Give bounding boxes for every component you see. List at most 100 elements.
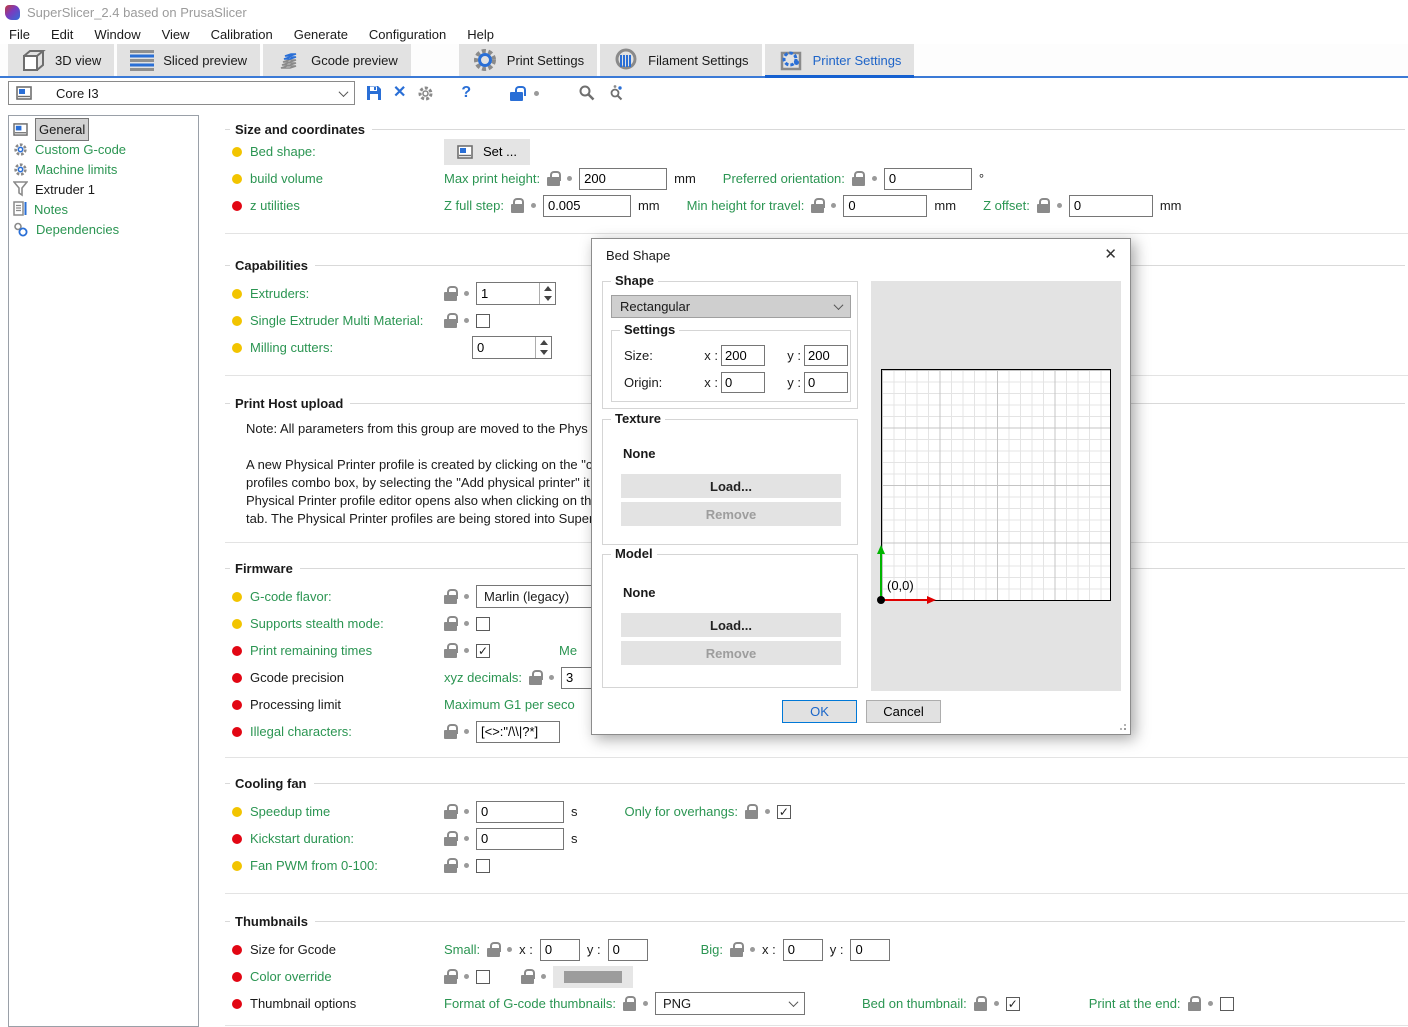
dot-icon [1208, 1001, 1213, 1006]
extruders-spinner[interactable] [476, 282, 556, 305]
preset-gear-button[interactable] [417, 85, 434, 102]
lock-icon[interactable] [444, 313, 457, 328]
resize-grip[interactable] [1116, 720, 1126, 730]
menu-generate[interactable]: Generate [294, 27, 348, 42]
tab-3d-view[interactable]: 3D view [8, 44, 114, 76]
stealth-mode-checkbox[interactable] [476, 617, 490, 631]
sidebar-item-custom-gcode[interactable]: Custom G-code [9, 139, 198, 159]
preferred-orientation-input[interactable] [884, 168, 972, 190]
tab-print-settings[interactable]: Print Settings [459, 44, 597, 76]
min-height-travel-input[interactable] [843, 195, 927, 217]
tab-filament-settings[interactable]: Filament Settings [600, 44, 761, 76]
lock-icon[interactable] [521, 969, 534, 984]
thumbnail-format-select[interactable]: PNG [655, 992, 805, 1015]
printer-preset-combo[interactable]: Core I3 [8, 81, 355, 105]
save-preset-button[interactable] [366, 85, 382, 101]
sub-label: Preferred orientation: [723, 171, 845, 186]
lock-icon[interactable] [444, 858, 457, 873]
lock-icon[interactable] [974, 996, 987, 1011]
lock-icon[interactable] [444, 724, 457, 739]
bed-size-x-input[interactable] [721, 345, 765, 366]
color-override-checkbox[interactable] [476, 970, 490, 984]
menu-configuration[interactable]: Configuration [369, 27, 446, 42]
sidebar-item-extruder-1[interactable]: Extruder 1 [9, 179, 198, 199]
sidebar-item-general[interactable]: General [9, 119, 198, 139]
lock-icon[interactable] [852, 171, 865, 186]
z-offset-input[interactable] [1069, 195, 1153, 217]
lock-icon[interactable] [1037, 198, 1050, 213]
menu-view[interactable]: View [162, 27, 190, 42]
lock-icon[interactable] [811, 198, 824, 213]
menu-file[interactable]: File [9, 27, 30, 42]
delete-preset-button[interactable] [393, 85, 406, 101]
lock-icon[interactable] [444, 831, 457, 846]
lock-icon[interactable] [547, 171, 560, 186]
milling-cutters-spinner[interactable] [472, 336, 552, 359]
preset-compare-icon[interactable] [607, 84, 625, 102]
sub-label: Maximum G1 per seco [444, 697, 575, 712]
illegal-characters-input[interactable] [476, 721, 560, 743]
texture-load-button[interactable]: Load... [621, 474, 841, 498]
cancel-button[interactable]: Cancel [866, 700, 941, 723]
sidebar-item-dependencies[interactable]: Dependencies [9, 219, 198, 239]
dot-icon [464, 729, 469, 734]
lock-icon[interactable] [529, 670, 542, 685]
small-y-input[interactable] [608, 939, 648, 961]
semm-checkbox[interactable] [476, 314, 490, 328]
lock-icon[interactable] [444, 643, 457, 658]
menu-calibration[interactable]: Calibration [211, 27, 273, 42]
lock-icon[interactable] [487, 942, 500, 957]
texture-remove-button[interactable]: Remove [621, 502, 841, 526]
big-y-input[interactable] [850, 939, 890, 961]
bed-on-thumbnail-checkbox[interactable] [1006, 997, 1020, 1011]
tab-gcode-preview[interactable]: Gcode preview [263, 44, 411, 76]
max-print-height-input[interactable] [579, 168, 667, 190]
bed-shape-set-button[interactable]: Set ... [444, 139, 530, 165]
shape-select[interactable]: Rectangular [611, 295, 851, 318]
lock-icon[interactable] [444, 804, 457, 819]
gear-icon [472, 47, 498, 73]
lock-icon[interactable] [623, 996, 636, 1011]
lock-icon[interactable] [1188, 996, 1201, 1011]
fan-pwm-checkbox[interactable] [476, 859, 490, 873]
close-icon[interactable] [1104, 245, 1117, 263]
lock-icon[interactable] [511, 198, 524, 213]
help-button[interactable] [461, 84, 471, 102]
bed-origin-x-input[interactable] [721, 372, 765, 393]
extruders-input[interactable] [477, 283, 539, 304]
bed-origin-y-input[interactable] [804, 372, 848, 393]
only-for-overhangs-checkbox[interactable] [777, 805, 791, 819]
menu-edit[interactable]: Edit [51, 27, 73, 42]
tab-sliced-preview[interactable]: Sliced preview [117, 44, 260, 76]
lock-icon[interactable] [444, 969, 457, 984]
lock-open-icon[interactable] [510, 86, 523, 101]
search-icon[interactable] [578, 84, 596, 102]
z-full-step-input[interactable] [543, 195, 631, 217]
model-load-button[interactable]: Load... [621, 613, 841, 637]
model-remove-button[interactable]: Remove [621, 641, 841, 665]
color-swatch-button[interactable] [553, 966, 633, 988]
big-x-input[interactable] [783, 939, 823, 961]
cube-icon [21, 48, 46, 73]
small-x-input[interactable] [540, 939, 580, 961]
print-remaining-times-checkbox[interactable] [476, 644, 490, 658]
sidebar-item-machine-limits[interactable]: Machine limits [9, 159, 198, 179]
tab-printer-settings[interactable]: Printer Settings [765, 44, 915, 76]
menu-help[interactable]: Help [467, 27, 494, 42]
lock-icon[interactable] [745, 804, 758, 819]
print-at-end-checkbox[interactable] [1220, 997, 1234, 1011]
kickstart-duration-input[interactable] [476, 828, 564, 850]
sub-label: Z full step: [444, 198, 504, 213]
sidebar-item-notes[interactable]: Notes [9, 199, 198, 219]
speedup-time-input[interactable] [476, 801, 564, 823]
lock-icon[interactable] [730, 942, 743, 957]
lock-icon[interactable] [444, 616, 457, 631]
setting-label: Print remaining times [250, 643, 372, 658]
bed-size-y-input[interactable] [804, 345, 848, 366]
sidebar-item-label: Machine limits [35, 162, 117, 177]
lock-icon[interactable] [444, 286, 457, 301]
ok-button[interactable]: OK [782, 700, 857, 723]
lock-icon[interactable] [444, 589, 457, 604]
menu-window[interactable]: Window [94, 27, 140, 42]
milling-cutters-input[interactable] [473, 337, 535, 358]
